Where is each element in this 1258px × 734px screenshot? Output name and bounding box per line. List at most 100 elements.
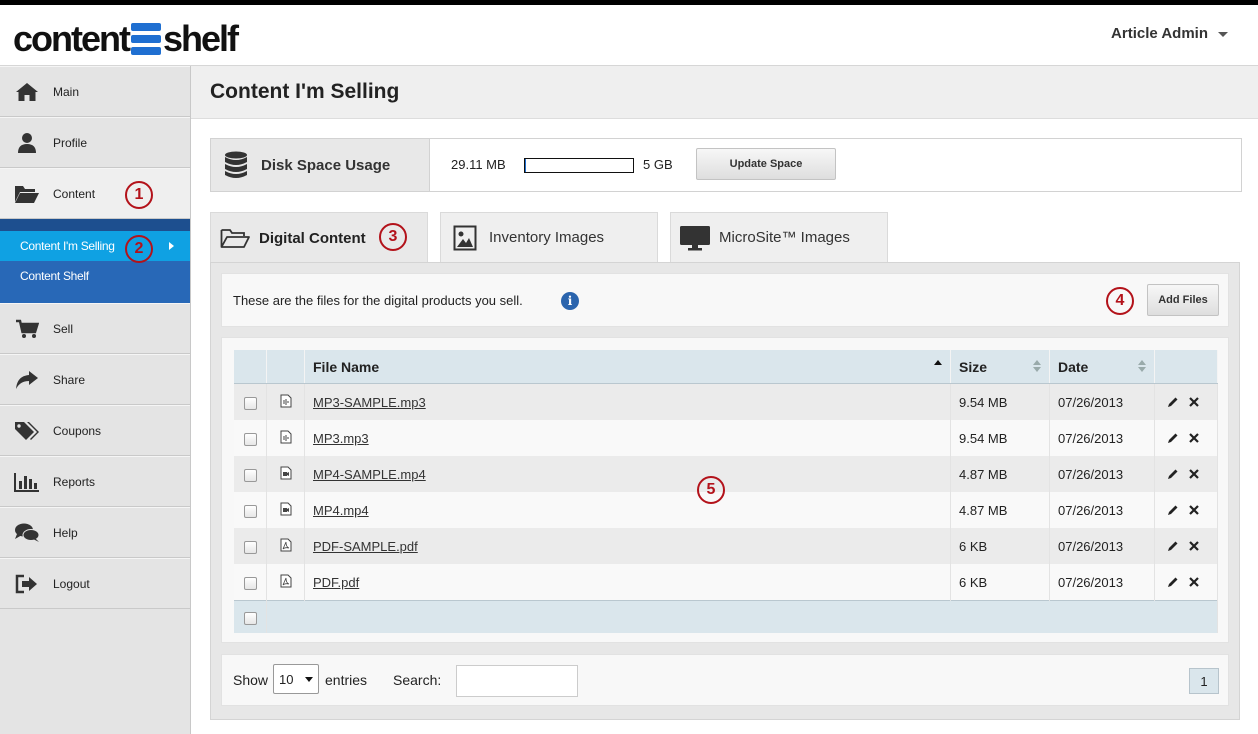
disk-usage-fill xyxy=(525,159,526,172)
file-name-link[interactable]: MP4.mp4 xyxy=(313,503,369,518)
sidebar-item-logout[interactable]: Logout xyxy=(0,558,190,609)
update-space-button[interactable]: Update Space xyxy=(696,148,836,180)
monitor-icon xyxy=(679,225,711,251)
file-size-cell: 4.87 MB xyxy=(950,456,1050,492)
sidebar-item-content[interactable]: Content xyxy=(0,168,190,219)
sidebar-item-share[interactable]: Share xyxy=(0,354,190,405)
sort-icon xyxy=(1138,360,1146,372)
delete-x-icon[interactable] xyxy=(1189,505,1199,515)
cart-icon xyxy=(14,318,40,340)
file-name-cell: PDF.pdf xyxy=(304,564,951,601)
tab-microsite-images[interactable]: MicroSite™ Images xyxy=(670,212,888,262)
sidebar-item-reports[interactable]: Reports xyxy=(0,456,190,507)
file-name-link[interactable]: PDF.pdf xyxy=(313,575,359,590)
file-type-cell xyxy=(266,456,305,492)
user-menu[interactable]: Article Admin xyxy=(1111,25,1228,42)
sidebar-item-label: Sell xyxy=(53,321,74,336)
info-bar: These are the files for the digital prod… xyxy=(221,273,1229,327)
comments-icon xyxy=(14,522,40,544)
sidebar-item-help[interactable]: Help xyxy=(0,507,190,558)
search-input[interactable] xyxy=(456,665,578,697)
row-actions-cell xyxy=(1154,420,1218,456)
page-size-select[interactable]: 10 xyxy=(273,664,319,694)
add-files-button[interactable]: Add Files xyxy=(1147,284,1219,316)
edit-pencil-icon[interactable] xyxy=(1167,468,1179,480)
delete-x-icon[interactable] xyxy=(1189,397,1199,407)
delete-x-icon[interactable] xyxy=(1189,577,1199,587)
sort-ascending-icon xyxy=(934,360,942,372)
tab-inventory-images[interactable]: Inventory Images xyxy=(440,212,658,262)
table-row: PDF-SAMPLE.pdf 6 KB 07/26/2013 xyxy=(234,528,1218,564)
footer-cell xyxy=(266,600,1218,633)
callout-2: 2 xyxy=(125,235,153,263)
row-actions-cell xyxy=(1154,528,1218,564)
file-date-cell: 07/26/2013 xyxy=(1049,456,1155,492)
tab-label: MicroSite™ Images xyxy=(719,229,850,246)
files-table: File Name Size Date MP3-SAMPLE.mp3 9.54 … xyxy=(234,350,1218,633)
user-icon xyxy=(14,132,40,154)
row-checkbox[interactable] xyxy=(243,540,257,554)
header-size[interactable]: Size xyxy=(950,350,1050,384)
file-date-cell: 07/26/2013 xyxy=(1049,528,1155,564)
user-menu-label: Article Admin xyxy=(1111,25,1208,42)
subnav-item-content-shelf[interactable]: Content Shelf xyxy=(0,261,190,291)
edit-pencil-icon[interactable] xyxy=(1167,504,1179,516)
file-name-link[interactable]: PDF-SAMPLE.pdf xyxy=(313,539,418,554)
delete-x-icon[interactable] xyxy=(1189,469,1199,479)
sidebar-item-main[interactable]: Main xyxy=(0,66,190,117)
file-name-link[interactable]: MP4-SAMPLE.mp4 xyxy=(313,467,426,482)
folder-open-icon xyxy=(219,225,251,251)
image-icon xyxy=(449,225,481,251)
sort-icon xyxy=(1033,360,1041,372)
disk-used-value: 29.11 MB xyxy=(451,157,506,172)
file-name-link[interactable]: MP3.mp3 xyxy=(313,431,369,446)
select-all-checkbox[interactable] xyxy=(243,611,257,625)
file-size-cell: 6 KB xyxy=(950,564,1050,601)
edit-pencil-icon[interactable] xyxy=(1167,576,1179,588)
row-checkbox-cell xyxy=(234,492,267,528)
header-file-name[interactable]: File Name xyxy=(304,350,951,384)
row-checkbox[interactable] xyxy=(243,576,257,590)
file-name-link[interactable]: MP3-SAMPLE.mp3 xyxy=(313,395,426,410)
search-label: Search: xyxy=(393,672,442,688)
edit-pencil-icon[interactable] xyxy=(1167,540,1179,552)
pagination-page-1[interactable]: 1 xyxy=(1189,668,1219,694)
video-file-icon xyxy=(280,466,292,483)
database-icon xyxy=(221,151,251,179)
file-name-cell: MP4.mp4 xyxy=(304,492,951,528)
sidebar-item-profile[interactable]: Profile xyxy=(0,117,190,168)
table-footer-row xyxy=(234,600,1218,633)
file-size-cell: 9.54 MB xyxy=(950,383,1050,420)
disk-usage-bar xyxy=(524,158,634,173)
subnav-item-content-im-selling[interactable]: Content I'm Selling xyxy=(0,231,190,261)
file-name-cell: MP3.mp3 xyxy=(304,420,951,456)
edit-pencil-icon[interactable] xyxy=(1167,396,1179,408)
row-actions-cell xyxy=(1154,564,1218,601)
row-checkbox[interactable] xyxy=(243,468,257,482)
sidebar-item-label: Coupons xyxy=(53,423,102,438)
file-date-cell: 07/26/2013 xyxy=(1049,564,1155,601)
sidebar-item-sell[interactable]: Sell xyxy=(0,303,190,354)
row-checkbox[interactable] xyxy=(243,432,257,446)
sidebar-item-label: Share xyxy=(53,372,86,387)
logo-text-right: shelf xyxy=(163,18,239,59)
delete-x-icon[interactable] xyxy=(1189,433,1199,443)
main-content: Content I'm Selling Disk Space Usage 29.… xyxy=(191,66,1258,734)
bar-chart-icon xyxy=(14,471,40,493)
folder-open-icon xyxy=(14,183,40,205)
header-type-column xyxy=(266,350,305,384)
sidebar-item-coupons[interactable]: Coupons xyxy=(0,405,190,456)
delete-x-icon[interactable] xyxy=(1189,541,1199,551)
row-checkbox[interactable] xyxy=(243,396,257,410)
subnav-item-label: Content I'm Selling xyxy=(20,239,115,253)
row-checkbox[interactable] xyxy=(243,504,257,518)
sidebar: Main Profile Content Content I'm Selling… xyxy=(0,66,191,734)
disk-space-label: Disk Space Usage xyxy=(211,139,430,191)
audio-file-icon xyxy=(280,394,292,411)
header-date[interactable]: Date xyxy=(1049,350,1155,384)
video-file-icon xyxy=(280,502,292,519)
contentshelf-logo[interactable]: content shelf xyxy=(13,18,239,59)
content-subnav: Content I'm Selling Content Shelf xyxy=(0,219,190,303)
info-icon[interactable]: i xyxy=(561,292,579,310)
edit-pencil-icon[interactable] xyxy=(1167,432,1179,444)
